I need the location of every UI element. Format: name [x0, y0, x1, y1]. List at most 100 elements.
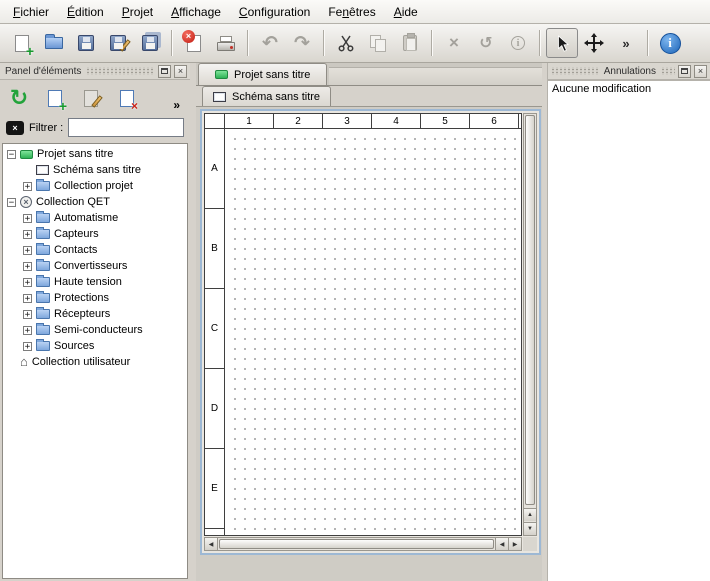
- clear-filter-button[interactable]: ×: [6, 121, 24, 135]
- about-qet-button[interactable]: i: [654, 28, 686, 58]
- menu-fenetres[interactable]: Fenêtres: [319, 0, 384, 23]
- folder-icon: [36, 261, 50, 271]
- more-tools-button[interactable]: »: [610, 28, 642, 58]
- toolbar-separator: [431, 30, 433, 56]
- delete-element-button[interactable]: ×: [114, 84, 140, 112]
- menu-aide[interactable]: Aide: [385, 0, 427, 23]
- float-panel-button[interactable]: [678, 65, 691, 78]
- element-infos-icon: i: [511, 36, 525, 50]
- menu-edition[interactable]: Édition: [58, 0, 113, 23]
- select-mode-button[interactable]: [546, 28, 578, 58]
- undo-button[interactable]: ↶: [254, 28, 286, 58]
- reload-icon: ↻: [10, 87, 28, 109]
- tree-item-automatisme[interactable]: Automatisme: [3, 210, 187, 226]
- undo-history-list[interactable]: Aucune modification: [548, 80, 710, 581]
- open-file-button[interactable]: [38, 28, 70, 58]
- expand-expander-icon[interactable]: [23, 246, 32, 255]
- diagram-canvas[interactable]: [226, 130, 521, 535]
- float-panel-button[interactable]: [158, 65, 171, 78]
- tab-projet-sans-titre[interactable]: Projet sans titre: [198, 63, 327, 85]
- expand-expander-icon[interactable]: [23, 294, 32, 303]
- element-infos-button[interactable]: i: [502, 28, 534, 58]
- menu-fichier[interactable]: Fichier: [4, 0, 58, 23]
- print-button[interactable]: [210, 28, 242, 58]
- more-panel-actions-button[interactable]: »: [169, 98, 184, 114]
- scroll-right-button[interactable]: ▶: [508, 538, 521, 550]
- cut-button[interactable]: [330, 28, 362, 58]
- expand-expander-icon[interactable]: [23, 214, 32, 223]
- tab-schema-sans-titre[interactable]: Schéma sans titre: [202, 86, 331, 106]
- tree-item-protections[interactable]: Protections: [3, 290, 187, 306]
- expand-expander-icon[interactable]: [23, 278, 32, 287]
- diagram-icon: [36, 165, 49, 175]
- copy-button[interactable]: [362, 28, 394, 58]
- vertical-scrollbar-thumb[interactable]: [525, 115, 535, 505]
- vertical-scrollbar[interactable]: ▲ ▼: [523, 113, 537, 536]
- close-panel-button[interactable]: ×: [694, 65, 707, 78]
- save-button[interactable]: [70, 28, 102, 58]
- chevron-right-icon: »: [622, 36, 629, 51]
- edit-element-button[interactable]: [78, 84, 104, 112]
- row-header: D: [205, 369, 224, 449]
- expand-expander-icon[interactable]: [23, 182, 32, 191]
- tree-item-collection-projet[interactable]: Collection projet: [3, 178, 187, 194]
- tree-item-collection-utilisateur[interactable]: ⌂ Collection utilisateur: [3, 354, 187, 370]
- row-header: E: [205, 449, 224, 529]
- undo-list-item[interactable]: Aucune modification: [548, 81, 710, 97]
- menu-projet[interactable]: Projet: [113, 0, 162, 23]
- filter-input[interactable]: [68, 118, 184, 137]
- close-file-button[interactable]: ×: [178, 28, 210, 58]
- column-header: 5: [421, 114, 470, 128]
- horizontal-scrollbar[interactable]: ◀ ◀ ▶: [204, 537, 522, 551]
- expand-expander-icon[interactable]: [23, 310, 32, 319]
- scroll-left-button-2[interactable]: ◀: [495, 538, 508, 550]
- collapse-expander-icon[interactable]: [7, 150, 16, 159]
- elements-panel-title: Panel d'éléments: [3, 66, 83, 77]
- tree-item-schema-sans-titre[interactable]: Schéma sans titre: [3, 162, 187, 178]
- menu-affichage[interactable]: Affichage: [162, 0, 230, 23]
- tree-item-collection-qet[interactable]: × Collection QET: [3, 194, 187, 210]
- rotate-button[interactable]: ↺: [470, 28, 502, 58]
- menu-configuration[interactable]: Configuration: [230, 0, 319, 23]
- close-panel-button[interactable]: ×: [174, 65, 187, 78]
- new-file-button[interactable]: +: [6, 28, 38, 58]
- new-file-icon: +: [15, 35, 29, 52]
- tree-item-haute-tension[interactable]: Haute tension: [3, 274, 187, 290]
- tree-item-capteurs[interactable]: Capteurs: [3, 226, 187, 242]
- expand-expander-icon[interactable]: [23, 230, 32, 239]
- expand-expander-icon[interactable]: [23, 326, 32, 335]
- new-element-button[interactable]: +: [42, 84, 68, 112]
- scroll-down-button[interactable]: ▼: [524, 522, 536, 535]
- undo-panel-titlebar[interactable]: Annulations ×: [548, 63, 710, 80]
- scroll-left-button[interactable]: ◀: [205, 538, 218, 550]
- paste-button[interactable]: [394, 28, 426, 58]
- delete-button[interactable]: ×: [438, 28, 470, 58]
- elements-panel-titlebar[interactable]: Panel d'éléments ×: [0, 63, 190, 80]
- tree-item-recepteurs[interactable]: Récepteurs: [3, 306, 187, 322]
- redo-button[interactable]: ↷: [286, 28, 318, 58]
- tree-item-semi-conducteurs[interactable]: Semi-conducteurs: [3, 322, 187, 338]
- expand-expander-icon[interactable]: [23, 262, 32, 271]
- folder-icon: [36, 277, 50, 287]
- dock-drag-handle[interactable]: [551, 67, 599, 75]
- column-headers: 1 2 3 4 5 6: [225, 114, 521, 129]
- scroll-mode-button[interactable]: [578, 28, 610, 58]
- main-area: Panel d'éléments × ↻ + × » × Filtrer :: [0, 63, 710, 581]
- close-icon: ×: [178, 67, 183, 76]
- horizontal-scrollbar-thumb[interactable]: [219, 539, 494, 549]
- dock-drag-handle[interactable]: [86, 67, 155, 75]
- dock-drag-handle[interactable]: [661, 67, 675, 75]
- save-all-button[interactable]: [134, 28, 166, 58]
- tree-item-sources[interactable]: Sources: [3, 338, 187, 354]
- save-as-button[interactable]: [102, 28, 134, 58]
- tree-item-projet-sans-titre[interactable]: Projet sans titre: [3, 146, 187, 162]
- paste-icon: [403, 35, 417, 51]
- tree-item-convertisseurs[interactable]: Convertisseurs: [3, 258, 187, 274]
- scroll-up-button[interactable]: ▲: [524, 508, 536, 521]
- tree-item-contacts[interactable]: Contacts: [3, 242, 187, 258]
- reload-collections-button[interactable]: ↻: [6, 84, 32, 112]
- collapse-expander-icon[interactable]: [7, 198, 16, 207]
- expand-expander-icon[interactable]: [23, 342, 32, 351]
- rotate-icon: ↺: [479, 33, 492, 53]
- float-icon: [681, 68, 688, 74]
